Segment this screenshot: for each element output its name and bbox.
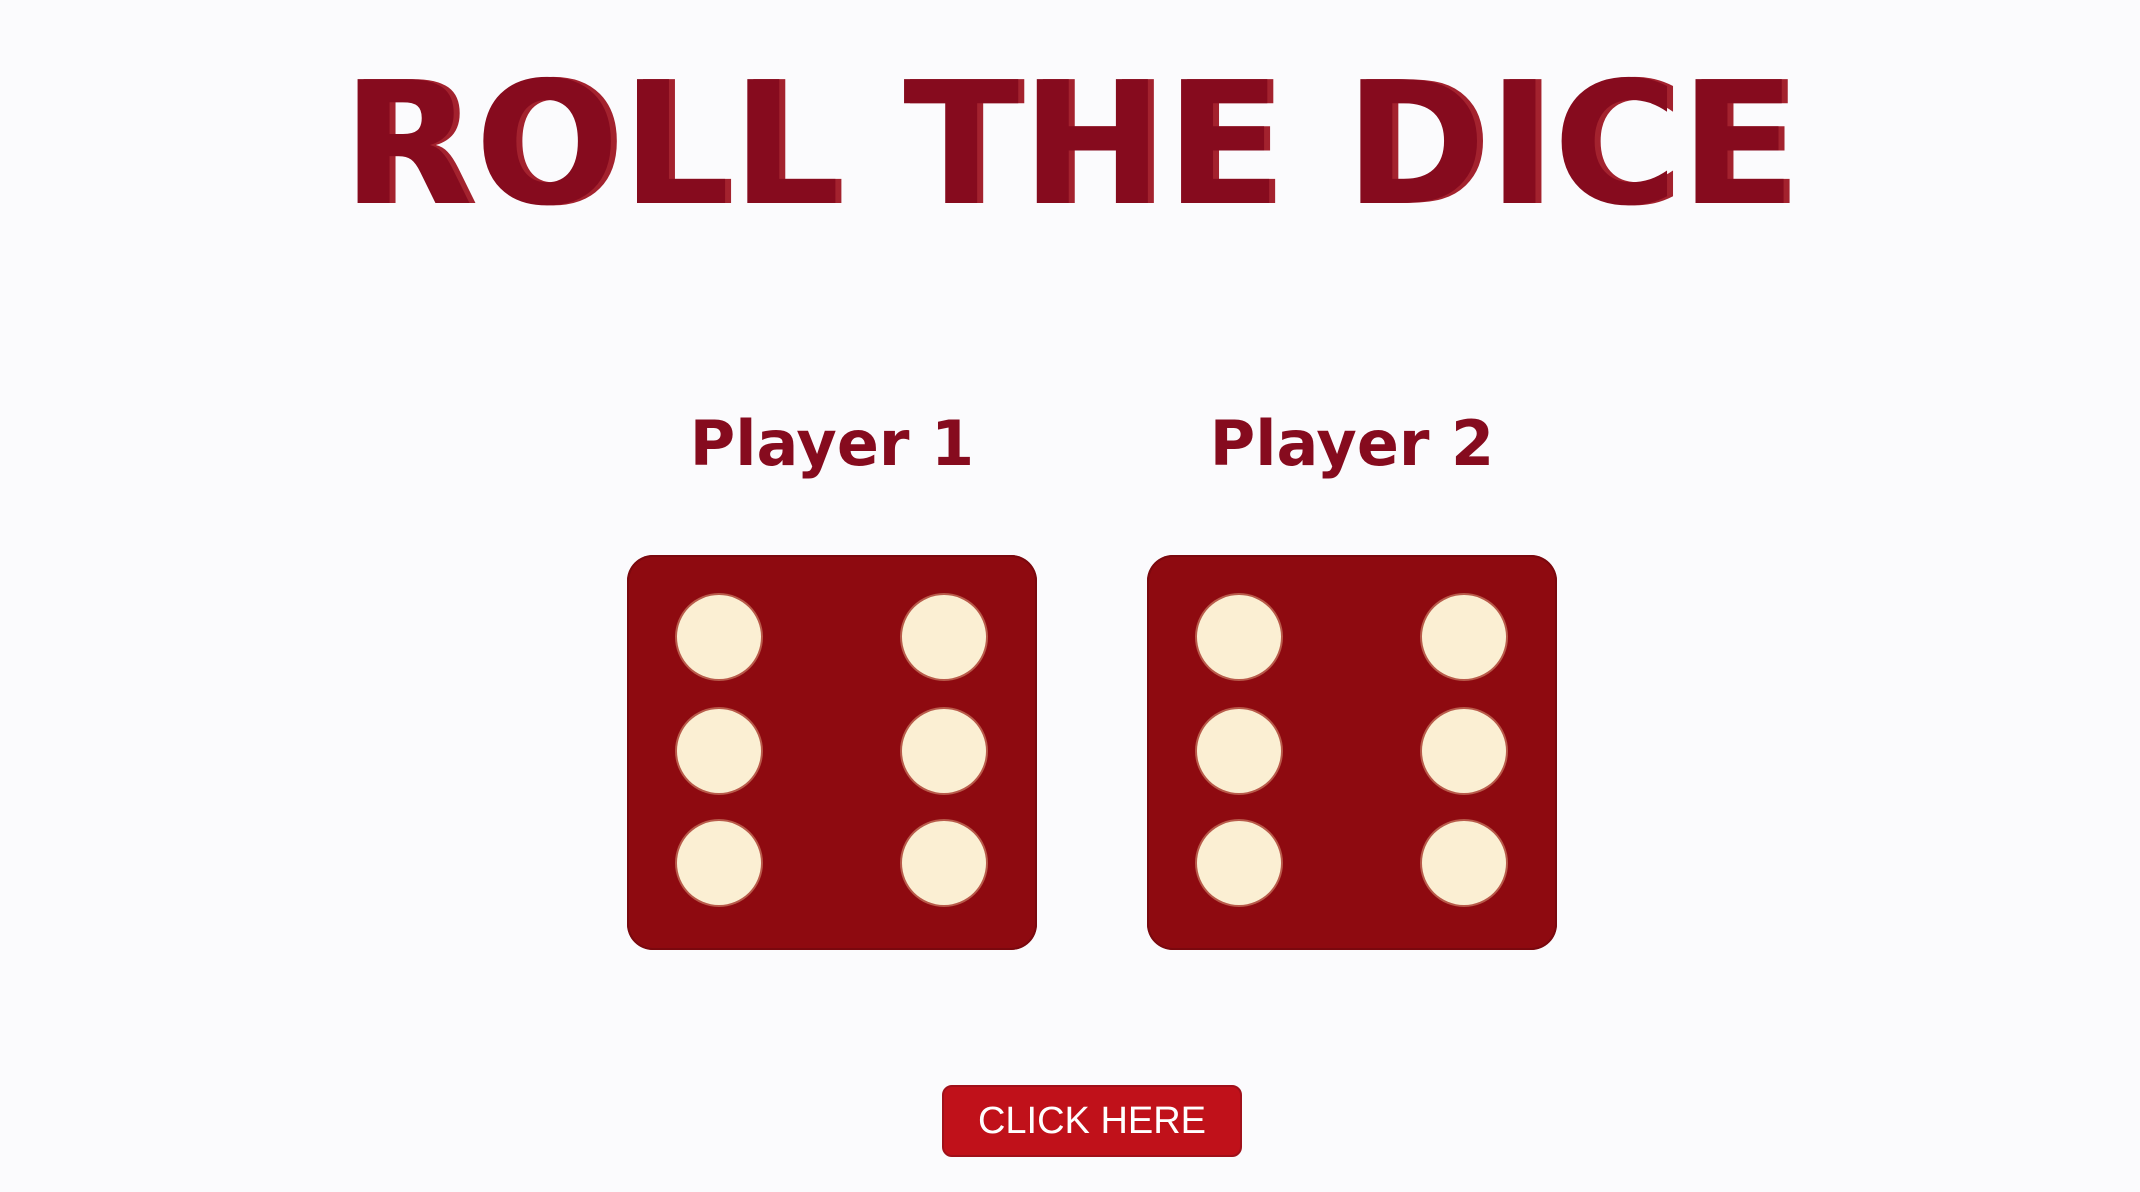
die-pip: [1197, 595, 1281, 679]
game-title: ROLL THE DICE: [341, 46, 1799, 244]
player-1-label: Player 1: [689, 407, 975, 480]
die-pip: [902, 709, 986, 793]
die-pip: [902, 821, 986, 905]
die-pip: [677, 821, 761, 905]
player-2-die: [1147, 555, 1557, 950]
die-pip: [1197, 709, 1281, 793]
die-pip: [677, 595, 761, 679]
player-1-die: [627, 555, 1037, 950]
die-pip: [1422, 595, 1506, 679]
die-pip: [1422, 709, 1506, 793]
die-pip: [902, 595, 986, 679]
die-pip: [677, 709, 761, 793]
roll-dice-button[interactable]: CLICK HERE: [942, 1085, 1242, 1157]
die-pip: [1422, 821, 1506, 905]
player-2-label: Player 2: [1209, 407, 1495, 480]
die-pip: [1197, 821, 1281, 905]
